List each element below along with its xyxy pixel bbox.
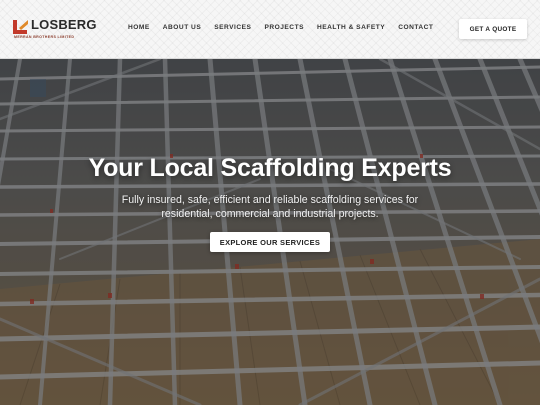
hero-section: Your Local Scaffolding Experts Fully ins… <box>0 59 540 405</box>
brand-name: LOSBERG <box>31 17 97 32</box>
site-header: LOSBERG MERRAN BROTHERS LIMITED HOME ABO… <box>0 0 540 59</box>
losberg-logo-icon <box>13 20 28 34</box>
brand-logo[interactable]: LOSBERG MERRAN BROTHERS LIMITED <box>12 16 96 42</box>
get-a-quote-button[interactable]: GET A QUOTE <box>459 19 527 39</box>
nav-item-health-safety[interactable]: HEALTH & SAFETY <box>317 24 385 36</box>
nav-item-contact[interactable]: CONTACT <box>398 24 433 36</box>
nav-item-services[interactable]: SERVICES <box>214 24 251 36</box>
hero-subtitle: Fully insured, safe, efficient and relia… <box>121 194 419 220</box>
explore-services-button[interactable]: EXPLORE OUR SERVICES <box>210 232 330 252</box>
brand-tagline: MERRAN BROTHERS LIMITED <box>14 35 75 39</box>
main-nav: HOME ABOUT US SERVICES PROJECTS HEALTH &… <box>128 24 433 36</box>
nav-item-projects[interactable]: PROJECTS <box>264 24 304 36</box>
hero-title: Your Local Scaffolding Experts <box>88 154 452 182</box>
nav-item-about-us[interactable]: ABOUT US <box>163 24 201 36</box>
nav-item-home[interactable]: HOME <box>128 24 150 36</box>
